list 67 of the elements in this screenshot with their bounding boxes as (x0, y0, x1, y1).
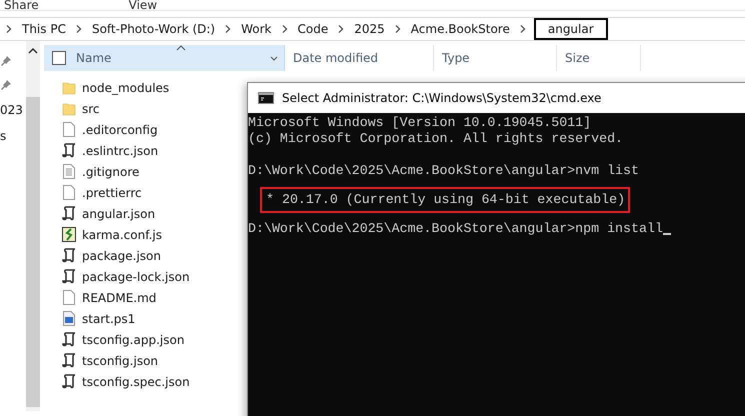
file-name[interactable]: .gitignore (82, 164, 140, 178)
folder-icon (62, 80, 76, 94)
file-name[interactable]: package.json (82, 248, 162, 262)
folder-icon (62, 102, 76, 116)
pin-icon (0, 55, 12, 67)
chevron-icon (282, 25, 288, 33)
ribbon-tab[interactable]: Share (4, 0, 39, 10)
console-line: Microsoft Windows [Version 10.0.19045.5011] (248, 115, 592, 131)
dropdown-caret-icon (270, 56, 278, 61)
scroll-up-icon[interactable] (28, 47, 38, 55)
nav-item[interactable]: s (0, 129, 6, 143)
file-name[interactable]: src (82, 102, 100, 116)
file-name[interactable]: tsconfig.app.json (82, 332, 184, 346)
script-file-icon (62, 227, 76, 242)
ribbon-tab[interactable]: View (128, 0, 158, 10)
script-file-icon (62, 248, 76, 263)
address-bar[interactable]: This PC Soft-Photo-Work (D:) Work Code 2025 Acme.BookStore angular (0, 17, 745, 41)
breadcrumb-item[interactable]: 2025 (352, 21, 387, 37)
file-name[interactable]: README.md (82, 290, 156, 304)
column-header[interactable]: Size (557, 45, 641, 71)
file-name[interactable]: tsconfig.spec.json (82, 374, 190, 388)
script-file-icon (62, 353, 76, 368)
sort-caret-icon (176, 45, 186, 51)
file-icon (62, 290, 76, 305)
chevron-icon (338, 25, 344, 33)
file-name[interactable]: .editorconfig (82, 122, 158, 136)
file-name[interactable]: angular.json (82, 206, 156, 220)
console-line: D:\Work\Code\2025\Acme.BookStore\angular>nvm list (248, 163, 639, 179)
script-file-icon (62, 206, 76, 221)
file-name[interactable]: karma.conf.js (82, 228, 162, 242)
chevron-icon (394, 25, 401, 33)
powershell-file-icon (62, 311, 76, 326)
chevron-icon (225, 25, 232, 33)
breadcrumb-item[interactable]: Work (239, 21, 274, 37)
file-name[interactable]: package-lock.json (82, 270, 190, 284)
window-title: Select Administrator: C:\Windows\System32\cmd.exe (282, 91, 602, 105)
file-name[interactable]: .prettierrc (82, 186, 142, 200)
select-all-checkbox[interactable] (52, 51, 66, 65)
script-file-icon (62, 332, 76, 347)
text-file-icon (62, 164, 76, 179)
column-header[interactable]: Type (434, 45, 557, 71)
file-name[interactable]: start.ps1 (82, 312, 136, 326)
script-file-icon (62, 143, 76, 158)
console-icon (258, 92, 274, 104)
console-line: * 20.17.0 (Currently using 64-bit executable) (266, 192, 626, 208)
breadcrumb-item[interactable]: This PC (20, 21, 68, 37)
chevron-icon (6, 25, 12, 33)
breadcrumb-item[interactable]: Soft-Photo-Work (D:) (90, 21, 218, 37)
file-icon (62, 185, 76, 200)
script-file-icon (62, 269, 76, 284)
console-line: (c) Microsoft Corporation. All rights reserved. (248, 131, 624, 147)
chevron-icon (520, 25, 526, 33)
nav-item[interactable]: 023 (0, 103, 23, 117)
column-header[interactable]: Date modified (285, 45, 434, 71)
file-name[interactable]: tsconfig.json (82, 354, 158, 368)
script-file-icon (62, 374, 76, 389)
breadcrumb-item[interactable]: Acme.BookStore (408, 21, 512, 37)
breadcrumb-item[interactable]: angular (534, 18, 608, 40)
pin-icon (0, 79, 12, 91)
file-name[interactable]: .eslintrc.json (82, 144, 158, 158)
file-name[interactable]: node_modules (82, 80, 170, 94)
breadcrumb-item[interactable]: Code (296, 21, 330, 37)
console-line: D:\Work\Code\2025\Acme.BookStore\angular>npm install (248, 221, 663, 237)
chevron-icon (76, 25, 82, 33)
file-icon (62, 122, 76, 137)
scrollbar-thumb[interactable] (26, 97, 40, 407)
column-header[interactable]: Name (44, 45, 285, 71)
